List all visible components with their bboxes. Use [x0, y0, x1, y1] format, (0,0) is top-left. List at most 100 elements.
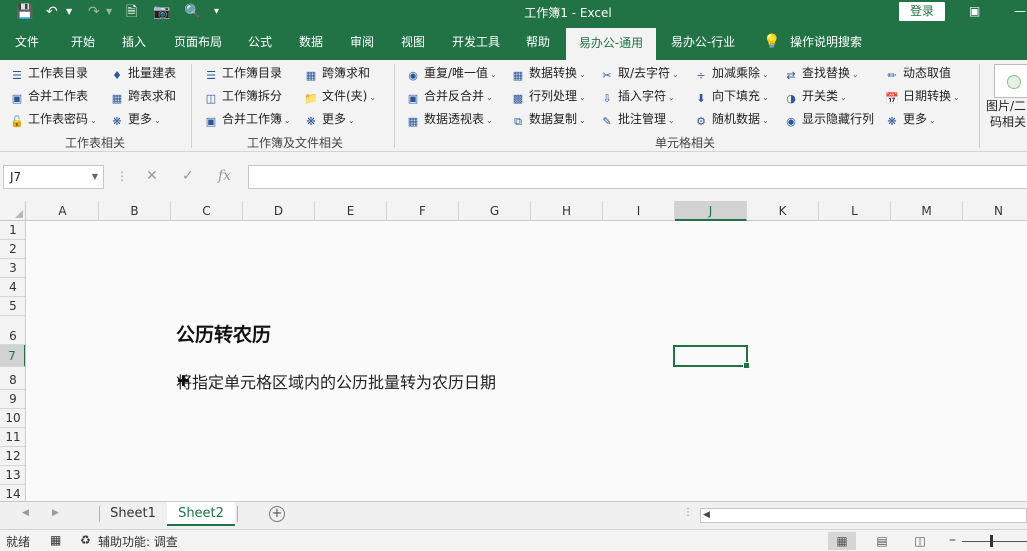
column-header[interactable]: L [819, 201, 891, 221]
row-header[interactable]: 12 [0, 447, 25, 466]
tab-help[interactable]: 帮助 [518, 24, 558, 60]
merge-worksheets-button[interactable]: ▣ 合并工作表 [10, 86, 88, 106]
row-header[interactable]: 2 [0, 240, 25, 259]
tab-page-layout[interactable]: 页面布局 [166, 24, 230, 60]
tell-me-search[interactable]: 操作说明搜索 [786, 24, 866, 60]
scroll-left-icon[interactable]: ◀ [22, 508, 29, 518]
column-header[interactable]: K [747, 201, 819, 221]
row-header[interactable]: 4 [0, 278, 25, 297]
data-convert-button[interactable]: ▦ 数据转换 ⌄ [511, 63, 586, 83]
select-all-corner[interactable] [0, 201, 26, 221]
tab-developer[interactable]: 开发工具 [444, 24, 508, 60]
toggle-class-button[interactable]: ◑ 开关类 ⌄ [784, 86, 847, 106]
batch-create-sheets-button[interactable]: ♦ 批量建表 [110, 63, 176, 83]
row-header[interactable]: 9 [0, 390, 25, 409]
add-sheet-button[interactable]: + [269, 506, 285, 522]
cross-workbook-sum-button[interactable]: ▦ 跨簿求和 [304, 63, 370, 83]
scroll-left-icon[interactable]: ◀ [703, 509, 710, 522]
row-header-selected[interactable]: 7 [0, 345, 25, 367]
cancel-icon[interactable]: ✕ [146, 168, 158, 184]
row-header[interactable]: 10 [0, 409, 25, 428]
more-cell-button[interactable]: ❋ 更多 ⌄ [885, 109, 935, 129]
tab-ybg-industry[interactable]: 易办公-行业 [660, 24, 746, 60]
find-replace-button[interactable]: ⇄ 查找替换 ⌄ [784, 63, 858, 83]
login-button[interactable]: 登录 [899, 2, 945, 21]
tab-review[interactable]: 审阅 [342, 24, 382, 60]
row-header[interactable]: 13 [0, 466, 25, 485]
sheet-tab-sheet2[interactable]: Sheet2 [167, 502, 235, 526]
cross-sheet-sum-button[interactable]: ▦ 跨表求和 [110, 86, 176, 106]
more-sheet-button[interactable]: ❋ 更多 ⌄ [110, 109, 160, 129]
column-header[interactable]: I [603, 201, 675, 221]
cell-c6-title[interactable]: 公历转农历 [176, 320, 271, 347]
insert-function-icon[interactable]: fx [218, 168, 231, 184]
column-header[interactable]: C [171, 201, 243, 221]
row-header[interactable]: 5 [0, 297, 25, 316]
zoom-out-button[interactable]: – [949, 532, 956, 548]
ribbon-display-options-icon[interactable]: ▣ [969, 3, 980, 19]
scroll-right-icon[interactable]: ▶ [52, 508, 59, 518]
column-header[interactable]: D [243, 201, 315, 221]
worksheet-grid[interactable]: 公历转农历 将指定单元格区域内的公历批量转为农历日期 ✚ [27, 221, 1027, 501]
insert-chars-button[interactable]: ⇩ 插入字符 ⌄ [600, 86, 674, 106]
page-layout-view-button[interactable]: ▤ [868, 532, 896, 550]
split-workbook-button[interactable]: ◫ 工作簿拆分 [204, 86, 282, 106]
random-data-button[interactable]: ⚙ 随机数据 ⌄ [694, 109, 769, 129]
macro-record-icon[interactable]: ▦ [50, 533, 61, 547]
active-cell-j7[interactable] [673, 345, 750, 369]
column-header[interactable]: H [531, 201, 603, 221]
more-workbook-button[interactable]: ❋ 更多 ⌄ [304, 109, 354, 129]
row-column-button[interactable]: ▩ 行列处理 ⌄ [511, 86, 586, 106]
tab-data[interactable]: 数据 [291, 24, 331, 60]
dynamic-value-button[interactable]: ✏ 动态取值 [885, 63, 951, 83]
workbook-directory-button[interactable]: ☰ 工作簿目录 [204, 63, 282, 83]
row-header[interactable]: 8 [0, 367, 25, 390]
pivot-table-button[interactable]: ▦ 数据透视表 ⌄ [406, 109, 493, 129]
column-header[interactable]: N [963, 201, 1027, 221]
column-header[interactable]: E [315, 201, 387, 221]
column-header[interactable]: G [459, 201, 531, 221]
tab-ybg-general[interactable]: 易办公-通用 [566, 28, 656, 60]
horizontal-scrollbar[interactable]: ◀ [700, 508, 1027, 523]
row-header[interactable]: 11 [0, 428, 25, 447]
chevron-down-icon[interactable]: ▼ [92, 166, 98, 188]
picture-qrcode-icon[interactable] [994, 64, 1027, 98]
column-header[interactable]: B [99, 201, 171, 221]
date-convert-button[interactable]: 📅 日期转换 ⌄ [885, 86, 960, 106]
zoom-slider-thumb[interactable] [990, 535, 993, 547]
drag-handle-icon[interactable]: ⋮ [116, 169, 128, 183]
column-header[interactable]: F [387, 201, 459, 221]
merge-workbooks-button[interactable]: ▣ 合并工作簿 ⌄ [204, 109, 291, 129]
tab-file[interactable]: 文件 [8, 24, 46, 60]
column-header[interactable]: M [891, 201, 963, 221]
formula-input[interactable] [248, 165, 1027, 189]
duplicate-unique-button[interactable]: ◉ 重复/唯一值 ⌄ [406, 63, 497, 83]
file-folder-button[interactable]: 📁 文件(夹) ⌄ [304, 86, 376, 106]
accessibility-status[interactable]: 辅助功能: 调查 [98, 533, 178, 550]
extract-remove-chars-button[interactable]: ✂ 取/去字符 ⌄ [600, 63, 678, 83]
worksheet-password-button[interactable]: 🔓 工作表密码 ⌄ [10, 109, 97, 129]
drag-handle-icon[interactable]: ⋮ [683, 507, 693, 518]
confirm-icon[interactable]: ✓ [182, 168, 194, 184]
show-hide-rows-button[interactable]: ◉ 显示隐藏行列 [784, 109, 874, 129]
name-box[interactable]: J7 ▼ [3, 165, 104, 189]
tab-formulas[interactable]: 公式 [240, 24, 280, 60]
tab-insert[interactable]: 插入 [114, 24, 154, 60]
page-break-view-button[interactable]: ◫ [906, 532, 934, 550]
merge-unmerge-button[interactable]: ▣ 合并反合并 ⌄ [406, 86, 493, 106]
tab-home[interactable]: 开始 [62, 24, 104, 60]
row-header[interactable]: 14 [0, 485, 25, 501]
cell-c8-description[interactable]: 将指定单元格区域内的公历批量转为农历日期 [176, 369, 496, 393]
minimize-icon[interactable]: — [1014, 3, 1026, 19]
sheet-tab-sheet1[interactable]: Sheet1 [102, 502, 164, 526]
worksheet-directory-button[interactable]: ☰ 工作表目录 [10, 63, 88, 83]
comment-manage-button[interactable]: ✎ 批注管理 ⌄ [600, 109, 674, 129]
column-header[interactable]: A [27, 201, 99, 221]
zoom-slider[interactable] [962, 541, 1027, 542]
fill-down-button[interactable]: ⬇ 向下填充 ⌄ [694, 86, 768, 106]
data-copy-button[interactable]: ⧉ 数据复制 ⌄ [511, 109, 586, 129]
tab-view[interactable]: 视图 [393, 24, 433, 60]
accessibility-icon[interactable]: ♻ [80, 533, 91, 547]
row-header[interactable]: 6 [0, 316, 25, 345]
arithmetic-button[interactable]: ÷ 加减乘除 ⌄ [694, 63, 768, 83]
